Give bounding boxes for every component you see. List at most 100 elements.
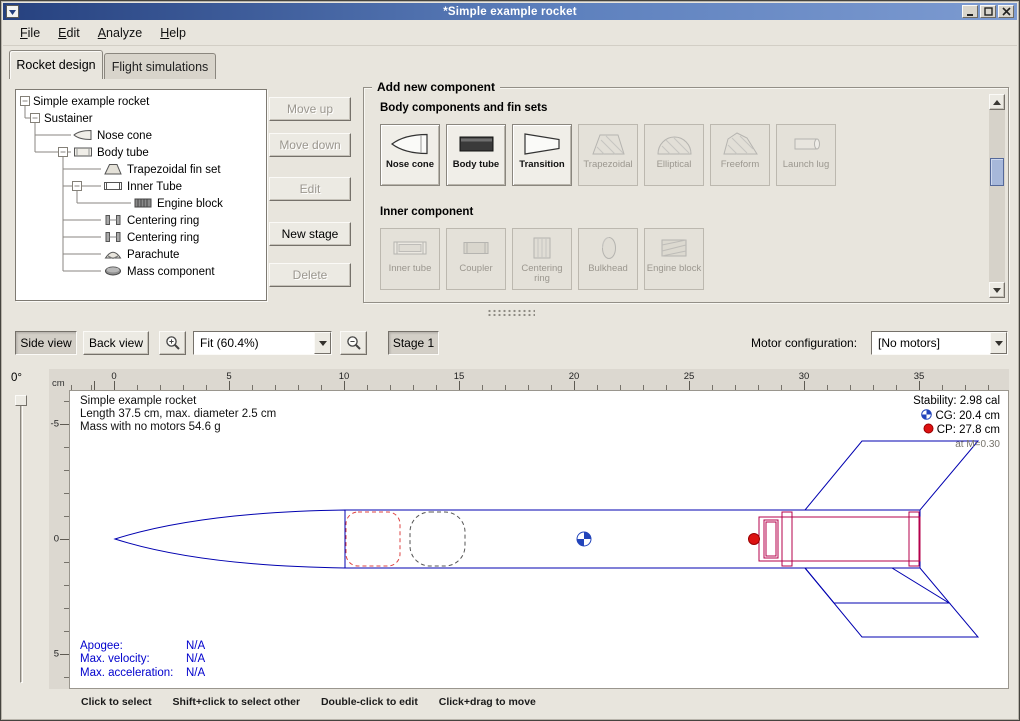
motor-configuration-value: [No motors] [872, 336, 990, 350]
rotation-value: 0° [11, 372, 22, 384]
component-button-engine-block: Engine block [644, 228, 704, 290]
nose-cone-shape[interactable] [115, 510, 345, 568]
fin-lower-projected-shape[interactable] [805, 568, 949, 603]
tree-expander-inner-tube[interactable] [73, 182, 82, 191]
maximize-button[interactable] [980, 5, 996, 18]
tree-item-sustainer[interactable]: Sustainer [44, 113, 93, 125]
cg-marker[interactable] [577, 532, 591, 546]
rocket-info: Simple example rocket Length 37.5 cm, ma… [80, 395, 276, 434]
tree-item-centering-ring-1[interactable]: Centering ring [127, 215, 199, 227]
component-button-centering-ring: Centering ring [512, 228, 572, 290]
stage1-toggle-button[interactable]: Stage 1 [388, 331, 439, 355]
tree-expander-root[interactable] [21, 97, 30, 106]
max-acceleration-value: N/A [186, 667, 205, 679]
max-velocity-label: Max. velocity: [80, 653, 186, 667]
back-view-button[interactable]: Back view [83, 331, 149, 355]
splitter-handle[interactable] [487, 309, 535, 316]
rocket-canvas[interactable]: Simple example rocket Length 37.5 cm, ma… [69, 391, 1009, 689]
menu-analyze[interactable]: Analyze [89, 23, 151, 43]
rocket-mass: Mass with no motors 54.6 g [80, 421, 276, 434]
coupler-icon [456, 234, 496, 262]
apogee-label: Apogee: [80, 640, 186, 654]
app-icon[interactable] [6, 5, 19, 18]
rotation-slider[interactable] [14, 393, 28, 685]
arrow-up-icon [993, 100, 1001, 105]
menu-bar: File Edit Analyze Help [3, 20, 1017, 46]
slider-groove [20, 403, 23, 683]
tree-expander-sustainer[interactable] [31, 114, 40, 123]
rocket-outline[interactable] [115, 441, 978, 637]
tab-rocket-design[interactable]: Rocket design [9, 50, 103, 79]
component-scrollbar[interactable] [989, 94, 1005, 298]
component-button-trapezoidal: Trapezoidal [578, 124, 638, 186]
ruler-label: -5 [51, 419, 59, 430]
component-button-freeform: Freeform [710, 124, 770, 186]
body-tube-shape[interactable] [345, 510, 920, 568]
cg-icon [921, 409, 932, 420]
fin-set-icon [105, 165, 121, 175]
zoom-dropdown-button[interactable] [314, 332, 331, 354]
body-tube-icon [75, 148, 92, 156]
chevron-down-icon [319, 341, 327, 346]
engine-block-icon [135, 199, 151, 207]
tree-item-engine-block[interactable]: Engine block [157, 198, 223, 210]
zoom-in-icon [165, 335, 181, 351]
ruler-label: 5 [226, 371, 231, 382]
motor-dropdown-button[interactable] [990, 332, 1007, 354]
hint-shift-click: Shift+click to select other [173, 696, 301, 708]
ruler-label: 0 [111, 371, 116, 382]
scroll-up-button[interactable] [989, 94, 1005, 110]
bulkhead-icon [588, 234, 628, 262]
title-bar[interactable]: *Simple example rocket [3, 3, 1017, 20]
component-button-launch-lug: Launch lug [776, 124, 836, 186]
slider-thumb[interactable] [15, 395, 27, 406]
tab-flight-simulations[interactable]: Flight simulations [104, 53, 216, 79]
close-button[interactable] [998, 5, 1014, 18]
launch-lug-icon [786, 130, 826, 158]
component-button-nose-cone[interactable]: Nose cone [380, 124, 440, 186]
tree-item-nose-cone[interactable]: Nose cone [97, 130, 152, 142]
tree-item-rocket[interactable]: Simple example rocket [33, 96, 150, 108]
motor-configuration-select[interactable]: [No motors] [871, 331, 1008, 355]
tree-item-body-tube[interactable]: Body tube [97, 147, 149, 159]
component-tree[interactable]: Simple example rocket Sustainer Nose con… [15, 89, 267, 301]
max-velocity-value: N/A [186, 653, 205, 665]
freeform-fin-icon [720, 130, 760, 158]
parachute-icon [106, 252, 121, 258]
tree-item-mass-component[interactable]: Mass component [127, 266, 215, 278]
mass-component-icon [106, 267, 121, 275]
cp-marker[interactable] [749, 534, 760, 545]
zoom-select[interactable]: Fit (60.4%) [193, 331, 332, 355]
fin-upper-shape[interactable] [805, 441, 978, 510]
ruler-label: 0 [54, 534, 59, 545]
tree-item-parachute[interactable]: Parachute [127, 249, 179, 261]
component-button-transition[interactable]: Transition [512, 124, 572, 186]
scrollbar-thumb[interactable] [990, 158, 1004, 186]
scroll-down-button[interactable] [989, 282, 1005, 298]
tree-expander-body-tube[interactable] [59, 148, 68, 157]
tree-item-centering-ring-2[interactable]: Centering ring [127, 232, 199, 244]
tree-item-inner-tube[interactable]: Inner Tube [127, 181, 182, 193]
minimize-button[interactable] [962, 5, 978, 18]
trapezoidal-fin-icon [588, 130, 628, 158]
body-tube-icon [456, 130, 496, 158]
side-view-button[interactable]: Side view [15, 331, 77, 355]
centering-ring-icon [106, 216, 120, 225]
zoom-out-button[interactable] [340, 331, 367, 355]
ruler-label: 10 [339, 371, 350, 382]
menu-help[interactable]: Help [151, 23, 195, 43]
app-window: *Simple example rocket File Edit Analyze… [0, 0, 1020, 721]
zoom-in-button[interactable] [159, 331, 186, 355]
delete-button: Delete [269, 263, 351, 287]
body-component-row: Nose cone Body tube Transition Trapezoid… [380, 124, 836, 186]
menu-edit[interactable]: Edit [49, 23, 89, 43]
menu-file[interactable]: File [11, 23, 49, 43]
hint-click-select: Click to select [81, 696, 152, 708]
tree-item-fin-set[interactable]: Trapezoidal fin set [127, 164, 221, 176]
minimize-icon [966, 8, 974, 16]
component-button-body-tube[interactable]: Body tube [446, 124, 506, 186]
stability-info: Stability: 2.98 cal CG: 20.4 cm CP: 27.8… [913, 395, 1000, 451]
rocket-dimensions: Length 37.5 cm, max. diameter 2.5 cm [80, 408, 276, 421]
vertical-ruler: -5 0 5 [49, 391, 69, 689]
new-stage-button[interactable]: New stage [269, 222, 351, 246]
